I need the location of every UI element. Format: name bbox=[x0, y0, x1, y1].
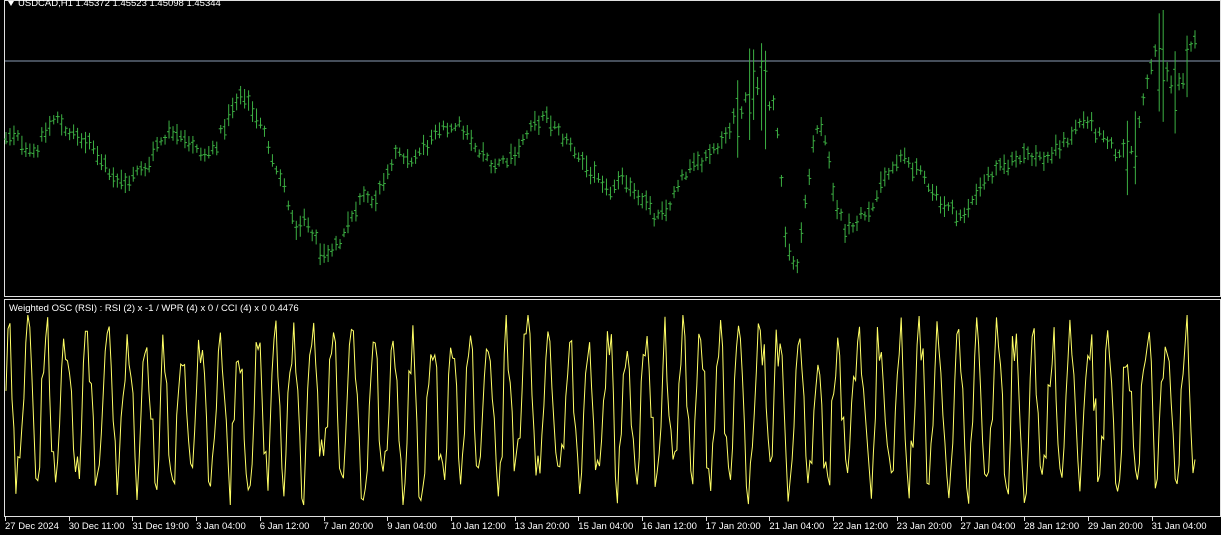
time-axis-label: 10 Jan 12:00 bbox=[450, 521, 506, 532]
collapse-triangle-icon[interactable] bbox=[8, 0, 14, 6]
time-axis-tick bbox=[769, 517, 771, 521]
time-axis-label: 6 Jan 12:00 bbox=[259, 521, 310, 532]
time-axis-tick bbox=[1024, 517, 1026, 521]
time-axis-tick bbox=[196, 517, 198, 521]
time-axis-label: 22 Jan 12:00 bbox=[833, 521, 889, 532]
time-axis-label: 31 Dec 19:00 bbox=[132, 521, 189, 532]
time-axis-label: 28 Jan 12:00 bbox=[1024, 521, 1080, 532]
time-axis-label: 3 Jan 04:00 bbox=[196, 521, 246, 532]
time-axis-tick bbox=[896, 517, 898, 521]
time-axis-tick bbox=[387, 517, 389, 521]
time-axis-tick bbox=[68, 517, 70, 521]
time-axis-tick bbox=[578, 517, 580, 521]
time-axis-tick bbox=[1087, 517, 1089, 521]
time-axis-tick bbox=[514, 517, 516, 521]
time-axis-tick bbox=[323, 517, 325, 521]
time-axis-label: 30 Dec 11:00 bbox=[68, 521, 125, 532]
time-axis-label: 9 Jan 04:00 bbox=[387, 521, 437, 532]
time-axis-label: 17 Jan 20:00 bbox=[705, 521, 761, 532]
time-axis-label: 13 Jan 20:00 bbox=[514, 521, 570, 532]
time-axis-label: 15 Jan 04:00 bbox=[578, 521, 634, 532]
time-axis-tick bbox=[5, 517, 6, 521]
time-axis-label: 21 Jan 04:00 bbox=[769, 521, 825, 532]
time-axis-tick bbox=[642, 517, 643, 521]
time-axis-tick bbox=[1151, 517, 1153, 521]
symbol-quote-text: USDCAD,H1 1.45372 1.45523 1.45098 1.4534… bbox=[18, 0, 221, 9]
symbol-quote-label[interactable]: USDCAD,H1 1.45372 1.45523 1.45098 1.4534… bbox=[8, 0, 221, 9]
time-axis-tick bbox=[450, 517, 452, 521]
time-axis-label: 16 Jan 12:00 bbox=[642, 521, 697, 532]
time-axis-label: 31 Jan 04:00 bbox=[1151, 521, 1207, 532]
time-axis-tick bbox=[705, 517, 707, 521]
time-axis-tick bbox=[960, 517, 962, 521]
indicator-label: Weighted OSC (RSI) : RSI (2) x -1 / WPR … bbox=[9, 303, 299, 314]
oscillator-line bbox=[5, 314, 1196, 506]
time-axis-label: 23 Jan 20:00 bbox=[896, 521, 952, 532]
time-axis-label: 7 Jan 20:00 bbox=[323, 521, 374, 532]
time-axis-label: 27 Dec 2024 bbox=[5, 521, 59, 532]
time-axis-tick bbox=[132, 517, 134, 521]
time-axis-tick bbox=[833, 517, 835, 521]
time-axis-label: 27 Jan 04:00 bbox=[960, 521, 1016, 532]
time-axis-label: 29 Jan 20:00 bbox=[1087, 521, 1143, 532]
time-axis-tick bbox=[259, 517, 261, 521]
chart-canvas bbox=[4, 10, 1220, 506]
